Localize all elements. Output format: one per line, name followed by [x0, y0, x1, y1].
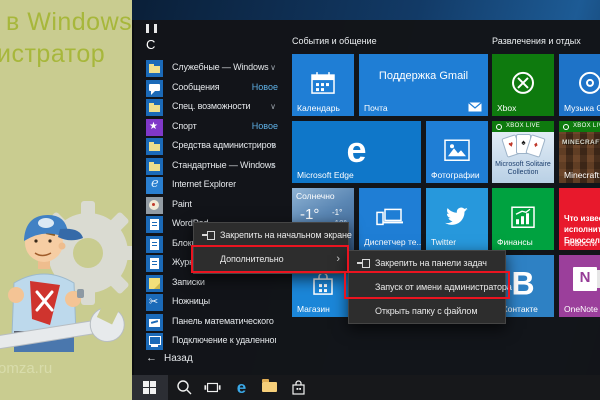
- tile-finance[interactable]: Финансы: [492, 188, 554, 250]
- mail-icon: [468, 102, 482, 112]
- photos-icon: [444, 139, 470, 161]
- minecraft-logo: MINECRAFT: [562, 139, 600, 146]
- section-header-entertainment: Развлечения и отдых: [492, 36, 581, 46]
- wordpad-icon: [146, 216, 163, 233]
- section-header-events: События и общение: [292, 36, 377, 46]
- partial-app-icon: [146, 24, 160, 33]
- tile-photos[interactable]: Фотографии: [426, 121, 488, 183]
- notepad-icon: [146, 236, 163, 253]
- mail-notification: Поддержка Gmail: [359, 70, 488, 82]
- tile-calendar[interactable]: Календарь: [292, 54, 354, 116]
- messaging-icon: [146, 80, 163, 97]
- finance-chart-icon: [511, 206, 535, 228]
- folder-icon: [146, 138, 163, 155]
- new-badge: Новое: [252, 82, 278, 92]
- search-icon[interactable]: [176, 379, 193, 396]
- xbox-live-banner: XBOX LIVE: [492, 121, 554, 132]
- screenshot-root: в Windows 10 · истратор: [0, 0, 600, 400]
- app-item-internet-explorer[interactable]: Internet Explorer: [146, 177, 280, 195]
- onenote-icon: N: [573, 267, 597, 291]
- taskbar: e: [132, 375, 600, 400]
- store-taskbar-icon[interactable]: [290, 379, 307, 396]
- mascot-illustration: [0, 183, 132, 368]
- tile-xbox[interactable]: Xbox: [492, 54, 554, 116]
- tile-onenote[interactable]: N OneNote: [559, 255, 600, 317]
- chevron-down-icon[interactable]: ∨: [270, 102, 276, 111]
- groove-music-icon: [577, 70, 600, 96]
- edge-taskbar-icon[interactable]: e: [233, 379, 250, 396]
- new-badge: Новое: [252, 121, 278, 131]
- app-item-messaging[interactable]: Сообщения Новое: [146, 80, 280, 98]
- sticky-notes-icon: [146, 275, 163, 292]
- tile-solitaire[interactable]: XBOX LIVE Microsoft Solitaire Collection: [492, 121, 554, 183]
- app-item-sport[interactable]: Спорт Новое: [146, 119, 280, 137]
- file-explorer-taskbar-icon[interactable]: [261, 379, 278, 396]
- menu-item-pin-to-start[interactable]: Закрепить на начальном экране: [194, 223, 348, 247]
- app-item-accessories[interactable]: Стандартные — Windows ∧: [146, 158, 280, 176]
- internet-explorer-icon: [146, 177, 163, 194]
- watermark: omza.ru: [0, 360, 52, 377]
- start-button[interactable]: [132, 375, 168, 400]
- tile-mail[interactable]: Поддержка Gmail Почта: [359, 54, 488, 116]
- remote-desktop-icon: [146, 333, 163, 350]
- folder-icon: [262, 382, 277, 392]
- app-item-admin-tools[interactable]: Средства администрирован... ∨: [146, 138, 280, 156]
- sport-icon: [146, 119, 163, 136]
- journal-icon: [146, 255, 163, 272]
- folder-icon: [146, 60, 163, 77]
- tile-news[interactable]: Что известн исполнител Брюсселе Новости: [559, 188, 600, 250]
- devices-icon: [376, 207, 404, 227]
- tile-edge[interactable]: e Microsoft Edge: [292, 121, 421, 183]
- vk-logo: B: [511, 265, 534, 302]
- menu-item-open-file-location[interactable]: Открыть папку с файлом: [349, 299, 505, 323]
- app-item-snipping-tool[interactable]: Ножницы: [146, 294, 280, 312]
- app-item-paint[interactable]: Paint: [146, 197, 280, 215]
- calendar-icon: [310, 71, 336, 95]
- app-item-sticky-notes[interactable]: Записки: [146, 275, 280, 293]
- chevron-down-icon[interactable]: ∨: [270, 63, 276, 72]
- task-view-icon[interactable]: [204, 379, 221, 396]
- twitter-icon: [444, 206, 470, 228]
- app-item-accessibility[interactable]: Спец. возможности ∨: [146, 99, 280, 117]
- chevron-up-icon[interactable]: ∧: [270, 161, 276, 170]
- snipping-tool-icon: [146, 294, 163, 311]
- app-item-system-windows[interactable]: Служебные — Windows ∨: [146, 60, 280, 78]
- xbox-live-banner: XBOX LIVE: [559, 121, 600, 132]
- xbox-icon: [510, 70, 536, 96]
- math-input-icon: [146, 314, 163, 331]
- article-title-line2: истратор: [0, 40, 105, 69]
- annotation-highlight-more: [191, 245, 349, 273]
- windows-logo-icon: [143, 381, 156, 394]
- paint-icon: [146, 197, 163, 214]
- annotation-highlight-run-as-admin: [344, 271, 510, 299]
- folder-icon: [146, 158, 163, 175]
- app-item-math-input[interactable]: Панель математического ввода: [146, 314, 280, 332]
- edge-logo: e: [346, 129, 366, 171]
- back-arrow-icon: [146, 353, 164, 364]
- store-bag-icon: [312, 272, 334, 296]
- folder-icon: [146, 99, 163, 116]
- group-letter[interactable]: C: [146, 37, 155, 52]
- chevron-down-icon[interactable]: ∨: [270, 141, 276, 150]
- tile-phone-companion[interactable]: Диспетчер те...: [359, 188, 421, 250]
- tile-minecraft[interactable]: XBOX LIVE MINECRAFT Minecraft: W: [559, 121, 600, 183]
- tile-groove-music[interactable]: Музыка Gro: [559, 54, 600, 116]
- pin-icon: [357, 259, 371, 268]
- app-item-remote-desktop[interactable]: Подключение к удаленному р...: [146, 333, 280, 351]
- tile-twitter[interactable]: Twitter: [426, 188, 488, 250]
- pin-icon: [202, 231, 216, 240]
- back-button[interactable]: Назад: [146, 352, 193, 368]
